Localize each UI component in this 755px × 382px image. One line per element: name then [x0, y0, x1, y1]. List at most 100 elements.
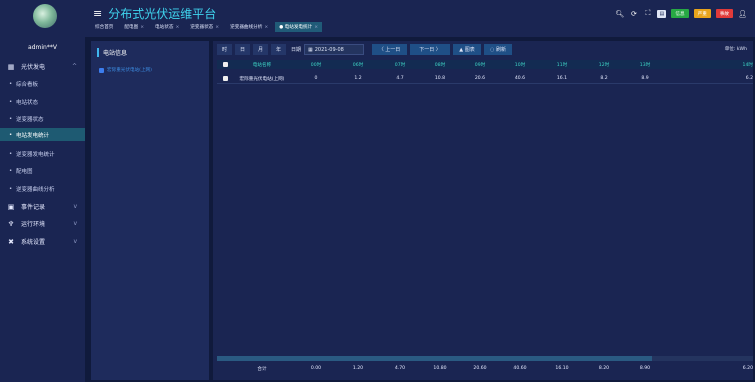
sidebar-group-events[interactable]: ▣ 事件记录 v	[0, 200, 85, 213]
select-all-checkbox[interactable]	[222, 62, 228, 67]
sidebar-group-label: 运行环境	[21, 221, 46, 228]
tab-inverter-status[interactable]: 逆变器状态 ×	[186, 22, 223, 32]
totals-label: 合计	[257, 366, 267, 372]
column-header[interactable]: 08时	[425, 60, 455, 69]
refresh-button[interactable]: ◌ 刷新	[484, 44, 513, 55]
total-cell: 10.80	[433, 366, 447, 371]
prev-day-button[interactable]: 〈 上一日	[372, 44, 408, 55]
horizontal-scrollbar[interactable]	[217, 356, 753, 361]
column-header[interactable]: 12时	[589, 60, 619, 69]
tab-distribution[interactable]: 配电图 ×	[120, 22, 148, 32]
period-month-button[interactable]: 月	[253, 44, 268, 55]
column-header[interactable]: 电站名称	[231, 60, 293, 69]
column-header[interactable]: 09时	[465, 60, 495, 69]
period-day-button[interactable]: 日	[235, 44, 250, 55]
row-checkbox[interactable]	[222, 76, 228, 81]
column-header[interactable]: 00时	[301, 60, 331, 69]
chevron-up-icon: ^	[71, 63, 77, 70]
sidebar-group-pv[interactable]: ▦ 光伏发电 ^	[0, 60, 85, 73]
refresh-icon[interactable]: ⟳	[629, 10, 638, 18]
tab-station-generation[interactable]: ● 电站发电统计 ×	[275, 22, 323, 32]
tab-label: 配电图	[124, 25, 139, 30]
close-icon[interactable]: ×	[140, 25, 144, 30]
totals-row: 合计 0.00 1.20 4.70 10.80 20.60 40.60 16.1…	[217, 363, 753, 374]
sidebar-item-distribution[interactable]: • 配电图	[0, 164, 85, 177]
close-icon[interactable]: ×	[215, 25, 219, 30]
column-header[interactable]: 07时	[385, 60, 415, 69]
sidebar-item-station-generation[interactable]: • 电站发电统计	[0, 128, 85, 141]
badge-severe[interactable]: 严重	[693, 9, 711, 18]
user-icon[interactable]: 👤︎	[738, 10, 747, 18]
station-checkbox[interactable]	[99, 67, 104, 73]
toolbar: 时 日 月 年 日期 ▦ 2021-09-08 〈 上一日 下一日 〉 ▲ 图表…	[217, 43, 513, 56]
chevron-down-icon: v	[73, 220, 77, 227]
grid-icon: ▦	[7, 62, 15, 71]
app-title: 分布式光伏运维平台	[108, 7, 217, 21]
tab-inverter-curve[interactable]: 逆变器曲线分析 ×	[226, 22, 272, 32]
calendar-icon: ▦	[308, 46, 313, 53]
chevron-down-icon: v	[73, 203, 77, 210]
column-header[interactable]: 14时	[723, 60, 753, 69]
sidebar-item-inverter-status[interactable]: • 逆变器状态	[0, 112, 85, 125]
date-label: 日期	[291, 47, 302, 53]
tab-home[interactable]: 综合首页	[91, 22, 117, 32]
station-tree-item[interactable]: 宏际重光伏电站(上网)	[99, 67, 152, 73]
table-cell: 6.2	[745, 76, 753, 81]
table-header: 电站名称 00时 06时 07时 08时 09时 10时 11时 12时 13时…	[217, 60, 753, 69]
scrollbar-thumb[interactable]	[217, 356, 652, 361]
sidebar-group-label: 光伏发电	[21, 64, 46, 71]
app-title-bar: ≡ 分布式光伏运维平台	[93, 5, 216, 22]
station-panel: 电站信息 宏际重光伏电站(上网)	[91, 41, 209, 380]
sidebar-item-label: 电站状态	[16, 99, 39, 106]
tab-label: 综合首页	[95, 25, 114, 30]
table-cell: 1.2	[354, 76, 362, 81]
theme-icon[interactable]: ▤	[657, 9, 667, 18]
sidebar-item-label: 逆变器曲线分析	[16, 186, 55, 193]
close-icon[interactable]: ×	[314, 25, 318, 30]
table-cell: 宏际重光伏电站(上网)	[239, 76, 285, 82]
badge-accident[interactable]: 事故	[715, 9, 733, 18]
tree-icon: ♆	[7, 219, 15, 228]
sidebar-item-inverter-curve[interactable]: • 逆变器曲线分析	[0, 182, 85, 195]
column-header[interactable]: 11时	[547, 60, 577, 69]
sidebar-item-label: 电站发电统计	[16, 132, 50, 139]
tab-label: 逆变器状态	[190, 25, 214, 30]
tab-station-status[interactable]: 电站状态 ×	[151, 22, 183, 32]
total-cell: 4.70	[394, 366, 406, 371]
tab-label: ● 电站发电统计	[279, 25, 313, 30]
fullscreen-icon[interactable]: ⛶	[643, 9, 652, 18]
record-icon: ▣	[7, 202, 15, 211]
top-header: ≡ 分布式光伏运维平台 综合首页 配电图 × 电站状态 × 逆变器状态 × 逆变器曲线…	[85, 0, 755, 37]
tools-icon: ✖	[8, 237, 14, 246]
chart-button[interactable]: ▲ 图表	[453, 44, 482, 55]
sidebar-item-label: 配电图	[16, 168, 33, 175]
badge-info[interactable]: 信息	[671, 9, 689, 18]
close-icon[interactable]: ×	[175, 25, 179, 30]
search-icon[interactable]: 🔍︎	[615, 10, 624, 18]
total-cell: 16.10	[555, 366, 569, 371]
menu-toggle-icon[interactable]: ≡	[93, 7, 102, 20]
sidebar-group-environment[interactable]: ♆ 运行环境 v	[0, 217, 85, 230]
date-field[interactable]: ▦ 2021-09-08	[304, 44, 365, 55]
sidebar-item-inverter-generation[interactable]: • 逆变器发电统计	[0, 147, 85, 160]
station-tree-label: 宏际重光伏电站(上网)	[107, 68, 152, 73]
period-hour-button[interactable]: 时	[217, 44, 232, 55]
sidebar-item-dashboard[interactable]: • 综合看板	[0, 77, 85, 90]
sidebar-item-station-status[interactable]: • 电站状态	[0, 95, 85, 108]
total-cell: 8.90	[639, 366, 651, 371]
column-header[interactable]: 13时	[630, 60, 660, 69]
close-icon[interactable]: ×	[264, 25, 268, 30]
period-year-button[interactable]: 年	[271, 44, 286, 55]
page-tabs: 综合首页 配电图 × 电站状态 × 逆变器状态 × 逆变器曲线分析 × ● 电站发电统计…	[91, 22, 323, 32]
table-cell: 20.6	[474, 76, 486, 81]
table-row[interactable]: 宏际重光伏电站(上网) 0 1.2 4.7 10.8 20.6 40.6 16.…	[217, 74, 753, 84]
table-cell: 0	[314, 76, 318, 81]
total-cell: 40.60	[513, 366, 527, 371]
table-cell: 8.2	[600, 76, 608, 81]
tab-label: 电站状态	[155, 25, 174, 30]
column-header[interactable]: 10时	[505, 60, 535, 69]
column-header[interactable]: 06时	[343, 60, 373, 69]
sidebar-group-settings[interactable]: ✖ 系统设置 v	[0, 235, 85, 248]
table-cell: 40.6	[514, 76, 526, 81]
next-day-button[interactable]: 下一日 〉	[410, 44, 451, 55]
